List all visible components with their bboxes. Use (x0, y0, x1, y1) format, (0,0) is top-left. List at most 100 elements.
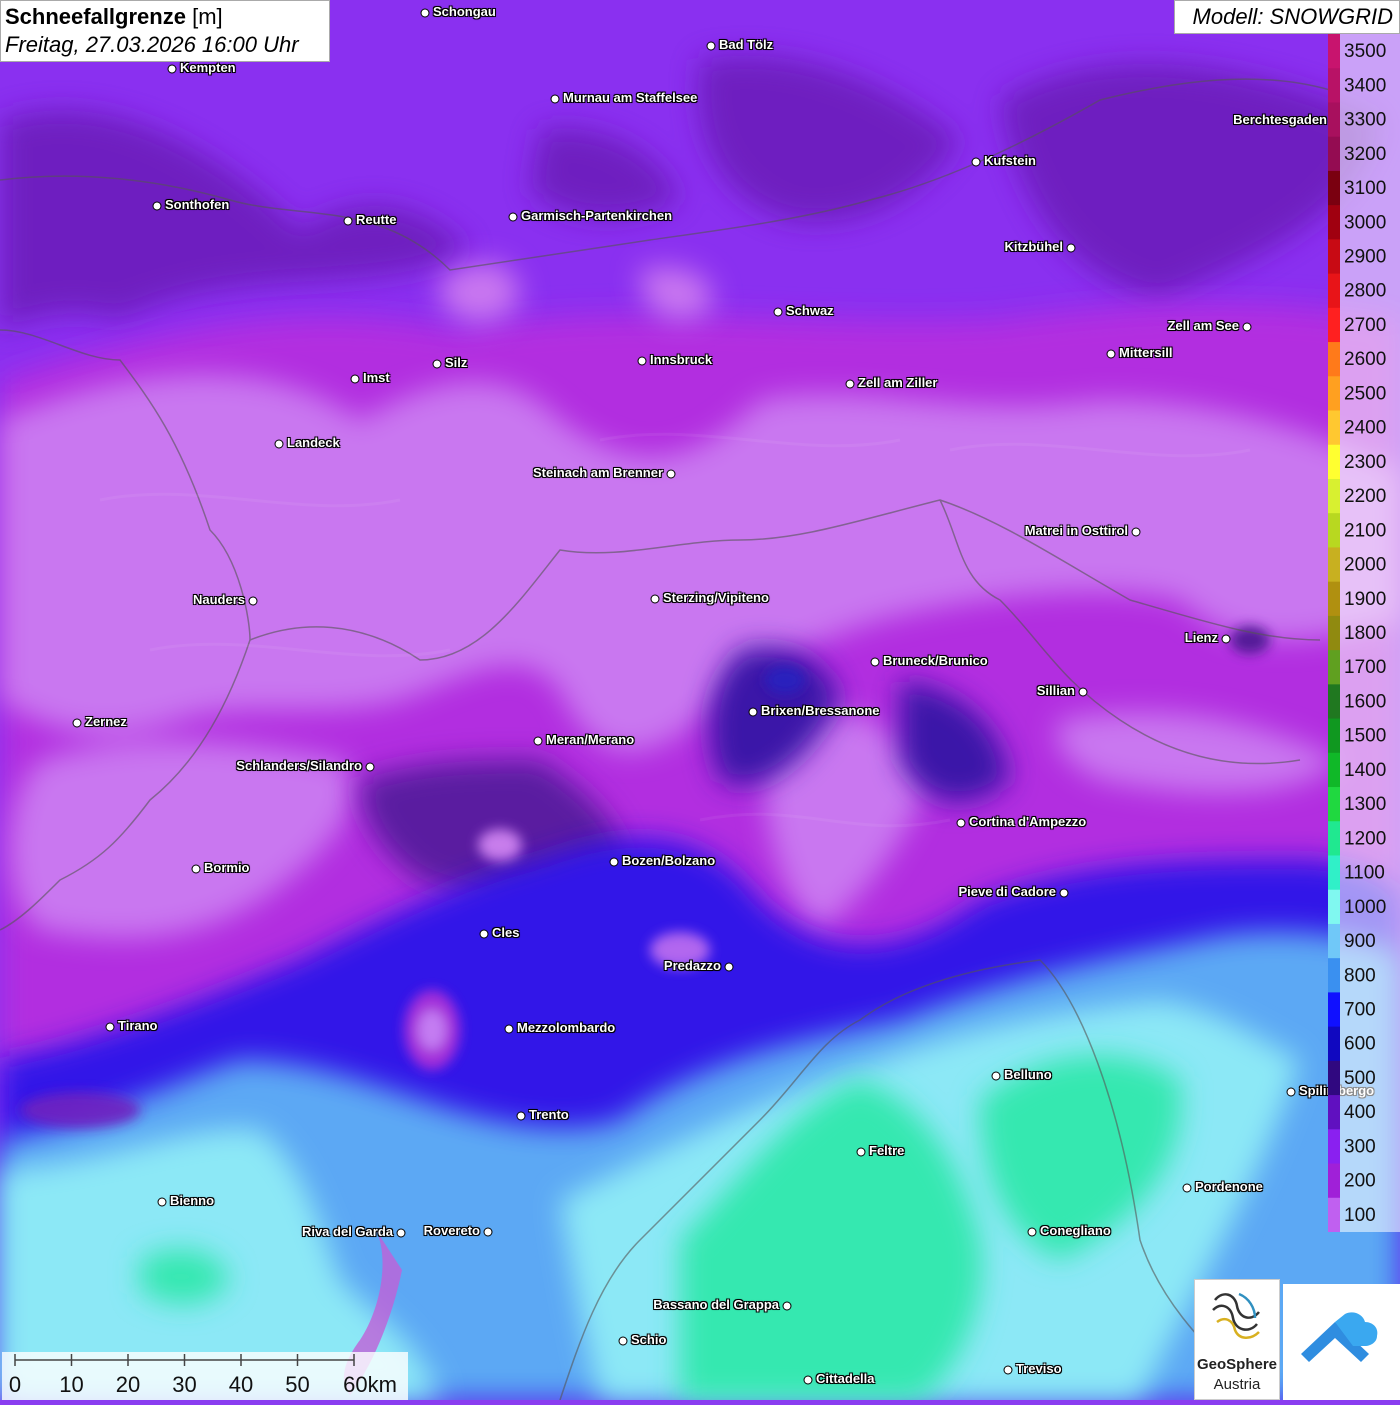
city-label: Feltre (869, 1143, 905, 1158)
city-label: Kitzbühel (1004, 239, 1064, 254)
legend-label: 2900 (1344, 246, 1386, 267)
city-label: Nauders (192, 592, 245, 607)
cloud-app-logo[interactable] (1283, 1284, 1400, 1400)
city-label: Schlanders/Silandro (236, 758, 362, 773)
title-variable: Schneefallgrenze (5, 4, 186, 29)
legend-label: 100 (1344, 1205, 1376, 1226)
city-label: Mittersill (1119, 345, 1173, 360)
city-dot (666, 469, 676, 479)
geosphere-logo[interactable]: GeoSphere Austria (1194, 1279, 1280, 1400)
legend-swatch (1328, 615, 1340, 651)
city-label: Pieve di Cadore (958, 884, 1056, 899)
legend-label: 2100 (1344, 520, 1386, 541)
legend-swatch (1328, 821, 1340, 856)
city-label: Bozen/Bolzano (622, 853, 716, 868)
legend-label: 1900 (1344, 589, 1386, 610)
city-dot (782, 1301, 792, 1311)
model-label: Modell: SNOWGRID (1174, 0, 1400, 34)
legend-swatch (1328, 992, 1340, 1028)
city-dot (956, 818, 966, 828)
title-unit: [m] (192, 4, 223, 29)
city-label: Bassano del Grappa (653, 1297, 779, 1312)
city-dot (724, 962, 734, 972)
city-dot (706, 41, 716, 51)
scale-tick-label: 50 (285, 1372, 309, 1397)
legend-swatch (1328, 1026, 1340, 1062)
scale-tick-label: 0 (9, 1372, 21, 1397)
city-label: Matrei in Osttirol (1024, 523, 1128, 538)
city-label: Pordenone (1195, 1179, 1263, 1194)
city-dot (248, 596, 258, 606)
city-dot (1078, 687, 1088, 697)
city-label: Cortina d'Ampezzo (969, 814, 1087, 829)
city-dot (1003, 1365, 1013, 1375)
geosphere-name: GeoSphere (1196, 1356, 1278, 1373)
city-label: Silz (445, 355, 468, 370)
city-label: Rovereto (423, 1223, 480, 1238)
city-dot (609, 857, 619, 867)
city-dot (152, 201, 162, 211)
legend-label: 1800 (1344, 623, 1386, 644)
legend-label: 2300 (1344, 452, 1386, 473)
legend-label: 3400 (1344, 75, 1386, 96)
city-dot (72, 718, 82, 728)
legend-swatch (1328, 136, 1340, 172)
city-dot (971, 157, 981, 167)
city-dot (483, 1227, 493, 1237)
legend-label: 2200 (1344, 486, 1386, 507)
scale-tick-label: 60km (343, 1372, 397, 1397)
city-label: Schongau (433, 4, 496, 19)
city-dot (550, 94, 560, 104)
scale-tick-label: 40 (229, 1372, 253, 1397)
legend-label: 3100 (1344, 178, 1386, 199)
city-dot (274, 439, 284, 449)
scale-tick-label: 20 (116, 1372, 140, 1397)
legend-label: 200 (1344, 1171, 1376, 1192)
legend-swatch (1328, 307, 1340, 343)
city-label: Cittadella (816, 1371, 875, 1386)
city-dot (157, 1197, 167, 1207)
legend-swatch (1328, 1095, 1340, 1130)
city-label: Belluno (1004, 1067, 1052, 1082)
city-label: Lienz (1184, 630, 1218, 645)
legend-swatch (1328, 1163, 1340, 1199)
legend-swatch (1328, 68, 1340, 103)
city-dot (396, 1228, 406, 1238)
scale-tick-label: 30 (172, 1372, 196, 1397)
map-title-box: Schneefallgrenze [m] Freitag, 27.03.2026… (0, 0, 330, 62)
legend-swatch (1328, 787, 1340, 822)
city-dot (856, 1147, 866, 1157)
legend-swatch (1328, 650, 1340, 685)
legend-label: 2000 (1344, 555, 1386, 576)
city-dot (167, 64, 177, 74)
legend-swatch (1328, 1060, 1340, 1096)
city-dot (1106, 349, 1116, 359)
city-label: Trento (529, 1107, 569, 1122)
geosphere-emblem-icon (1212, 1292, 1260, 1339)
legend-swatch (1328, 581, 1340, 617)
city-dot (105, 1022, 115, 1032)
legend-label: 1600 (1344, 691, 1386, 712)
legend-label: 700 (1344, 1000, 1376, 1021)
city-dot (504, 1024, 514, 1034)
city-dot (350, 374, 360, 384)
legend-label: 1700 (1344, 657, 1386, 678)
legend-swatch (1328, 1197, 1340, 1232)
city-dot (420, 8, 430, 18)
city-dot (803, 1375, 813, 1385)
legend-label: 1300 (1344, 794, 1386, 815)
legend-swatch (1328, 923, 1340, 959)
city-label: Sonthofen (165, 197, 230, 212)
city-label: Sillian (1036, 683, 1075, 698)
legend-swatch (1328, 410, 1340, 446)
city-label: Meran/Merano (546, 732, 635, 747)
city-label: Zell am See (1167, 318, 1239, 333)
legend-swatch (1328, 889, 1340, 925)
city-dot (773, 307, 783, 317)
geosphere-country: Austria (1213, 1376, 1261, 1393)
legend-label: 1000 (1344, 897, 1386, 918)
legend-swatch (1328, 958, 1340, 993)
legend-swatch (1328, 444, 1340, 480)
mountain-cloud-icon (1301, 1312, 1378, 1362)
legend-label: 2800 (1344, 281, 1386, 302)
